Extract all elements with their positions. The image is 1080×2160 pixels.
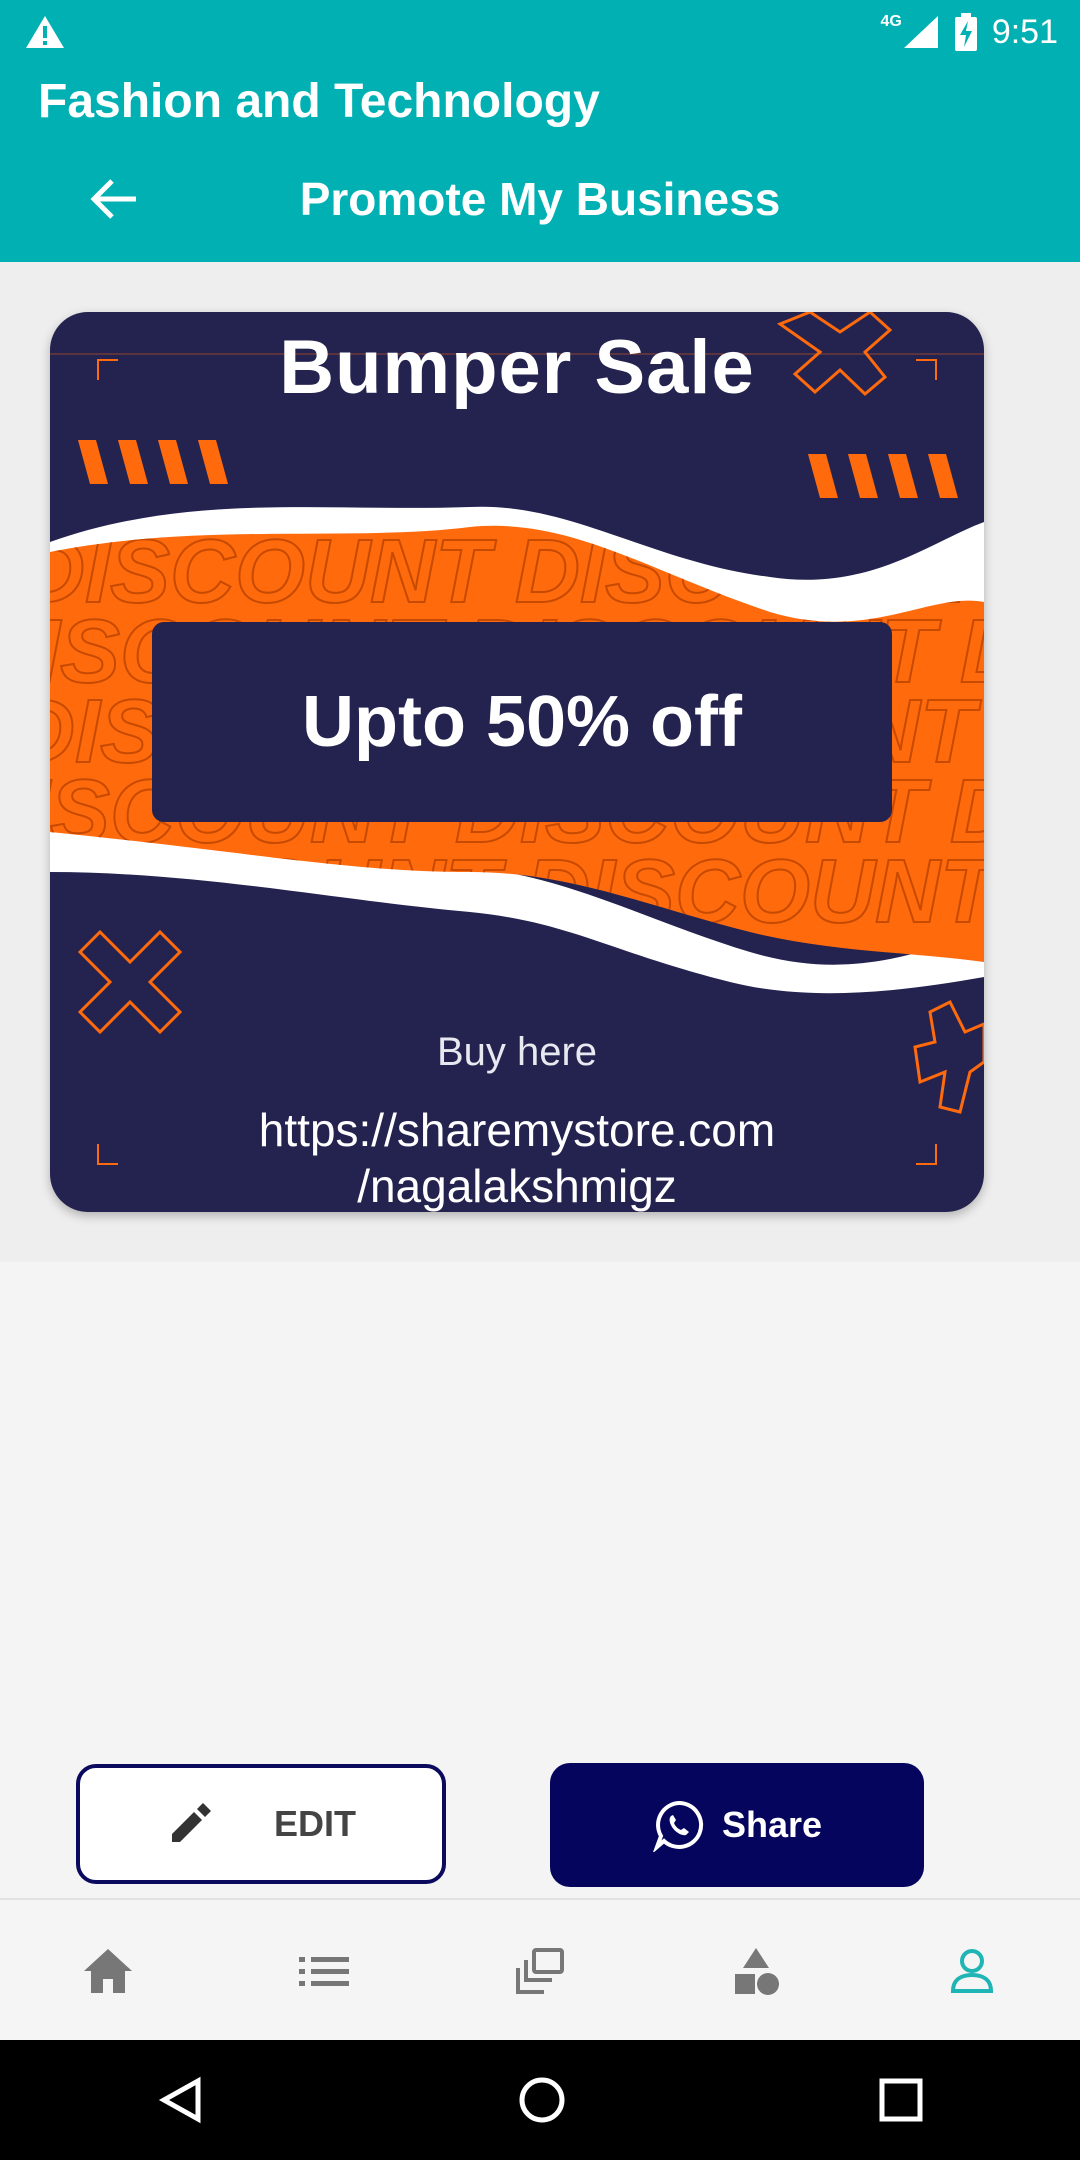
bottom-navigation	[0, 1898, 1080, 2042]
system-back-icon[interactable]	[156, 2075, 206, 2125]
warning-icon	[26, 16, 64, 48]
home-icon	[84, 1949, 132, 1993]
system-home-icon[interactable]	[517, 2075, 567, 2125]
poster-heading: Bumper Sale	[279, 325, 755, 410]
store-url: https://sharemystore.com /nagalakshmigz	[50, 1102, 984, 1212]
offer-text: Upto 50% off	[302, 682, 742, 762]
nav-profile[interactable]	[932, 1931, 1012, 2011]
pencil-icon	[171, 1803, 211, 1842]
share-button[interactable]: Share	[550, 1763, 924, 1887]
edit-label: EDIT	[273, 1803, 356, 1844]
content-area: DISCOUNT DISCOUNT DISCOUNT DISCOUNT DISC…	[0, 262, 1080, 1262]
profile-icon	[950, 1949, 994, 1993]
battery-icon	[954, 13, 977, 51]
share-label: Share	[721, 1804, 823, 1845]
collections-icon	[516, 1948, 564, 1994]
promo-poster[interactable]: DISCOUNT DISCOUNT DISCOUNT DISCOUNT DISC…	[50, 312, 984, 1212]
nav-list[interactable]	[284, 1931, 364, 2011]
system-recents-icon[interactable]	[878, 2077, 924, 2123]
status-bar: 4G 9:51	[0, 0, 1080, 64]
store-url-line-2: /nagalakshmigz	[357, 1160, 677, 1212]
nav-collections[interactable]	[500, 1931, 580, 2011]
poster-cta: Buy here	[436, 1030, 598, 1074]
status-right: 4G 9:51	[880, 8, 1058, 56]
system-navigation-bar	[0, 2040, 1080, 2160]
list-icon	[299, 1957, 349, 1986]
signal-icon	[903, 16, 938, 48]
categories-icon	[735, 1948, 779, 1995]
edit-button[interactable]: EDIT	[76, 1764, 446, 1884]
nav-categories[interactable]	[716, 1931, 796, 2011]
offer-box: Upto 50% off	[152, 622, 892, 822]
store-url-line-1: https://sharemystore.com	[258, 1104, 776, 1156]
page-title: Promote My Business	[299, 173, 781, 225]
app-title: Fashion and Technology	[38, 75, 600, 128]
whatsapp-icon	[653, 1800, 704, 1852]
app-bar: Fashion and Technology Promote My Busine…	[0, 64, 1080, 262]
status-time: 9:51	[991, 12, 1058, 51]
nav-home[interactable]	[68, 1931, 148, 2011]
network-type: 4G	[880, 13, 902, 30]
